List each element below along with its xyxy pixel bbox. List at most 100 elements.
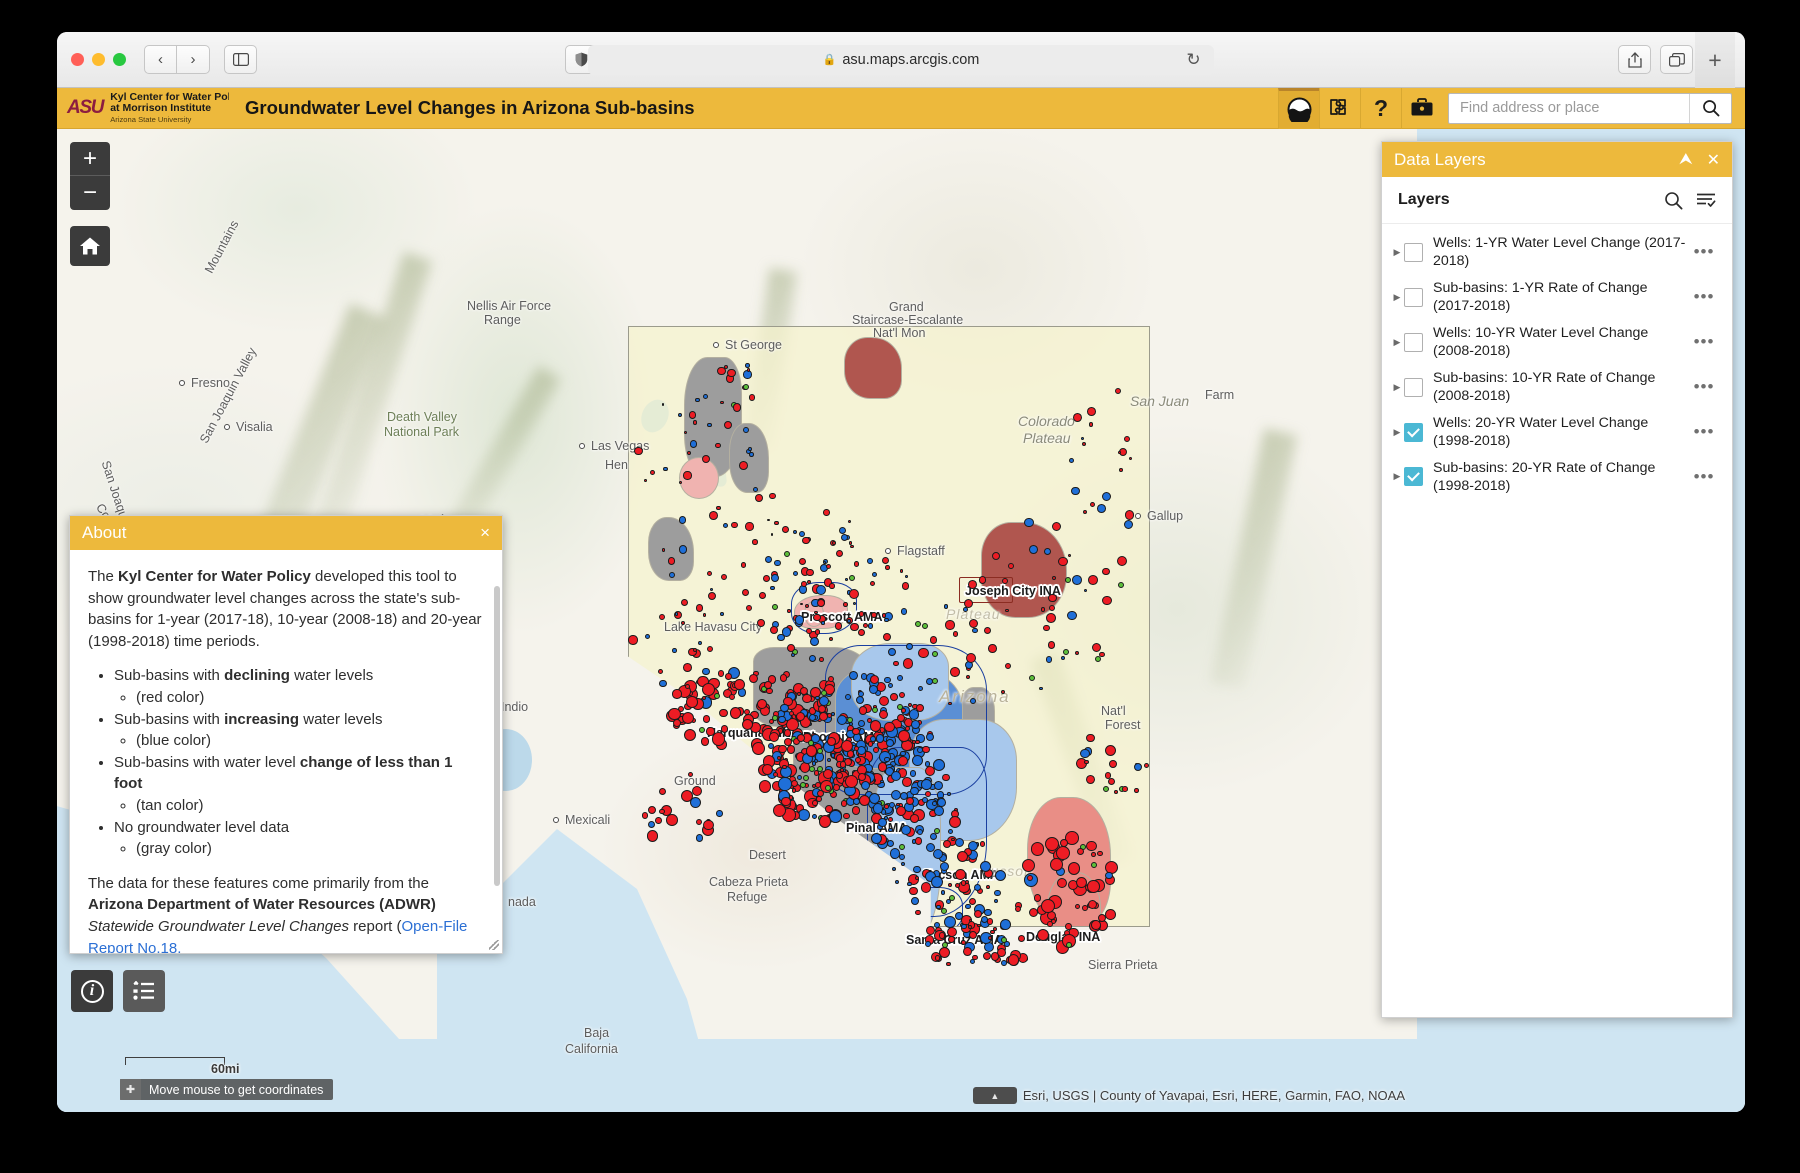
tab-overview-button[interactable] <box>1660 45 1693 74</box>
well-point-marker[interactable] <box>911 755 923 767</box>
maximize-window-button[interactable] <box>113 53 126 66</box>
well-point-marker[interactable] <box>843 812 850 820</box>
well-point-marker[interactable] <box>772 771 778 777</box>
well-point-marker[interactable] <box>762 764 773 776</box>
forward-button[interactable]: › <box>177 45 210 74</box>
well-point-marker[interactable] <box>1109 760 1118 768</box>
well-point-marker[interactable] <box>824 785 831 792</box>
well-point-marker[interactable] <box>745 522 754 531</box>
well-point-marker[interactable] <box>774 559 781 567</box>
well-point-marker[interactable] <box>961 923 967 930</box>
well-point-marker[interactable] <box>943 604 948 609</box>
home-extent-button[interactable] <box>70 226 110 266</box>
well-point-marker[interactable] <box>659 680 667 688</box>
well-point-marker[interactable] <box>908 886 918 896</box>
well-point-marker[interactable] <box>910 897 919 905</box>
well-point-marker[interactable] <box>924 761 931 767</box>
well-point-marker[interactable] <box>1087 880 1100 893</box>
layer-visibility-checkbox[interactable] <box>1404 332 1423 352</box>
well-point-marker[interactable] <box>994 889 1001 896</box>
well-point-marker[interactable] <box>912 839 917 844</box>
well-point-marker[interactable] <box>740 562 746 568</box>
well-point-marker[interactable] <box>729 707 742 719</box>
well-point-marker[interactable] <box>649 470 655 476</box>
well-point-marker[interactable] <box>801 581 807 588</box>
well-point-marker[interactable] <box>1058 556 1068 567</box>
widgets-button[interactable] <box>1319 87 1360 129</box>
well-point-marker[interactable] <box>920 882 932 893</box>
well-point-marker[interactable] <box>788 795 793 800</box>
subbasin-polygon[interactable] <box>981 522 1067 618</box>
well-point-marker[interactable] <box>1067 610 1077 621</box>
well-point-marker[interactable] <box>868 684 878 694</box>
well-point-marker[interactable] <box>878 709 888 719</box>
well-point-marker[interactable] <box>802 537 810 545</box>
layer-options-menu-button[interactable]: ••• <box>1690 242 1718 262</box>
well-point-marker[interactable] <box>914 621 921 628</box>
well-point-marker[interactable] <box>915 909 921 916</box>
well-point-marker[interactable] <box>1001 960 1007 966</box>
well-point-marker[interactable] <box>898 843 905 850</box>
well-point-marker[interactable] <box>909 770 917 777</box>
well-point-marker[interactable] <box>697 640 702 645</box>
well-point-marker[interactable] <box>766 687 773 694</box>
well-point-marker[interactable] <box>778 744 787 754</box>
well-point-marker[interactable] <box>769 625 778 634</box>
well-point-marker[interactable] <box>921 779 932 790</box>
well-point-marker[interactable] <box>907 882 912 887</box>
layer-visibility-checkbox[interactable] <box>1404 422 1423 442</box>
well-point-marker[interactable] <box>963 607 968 612</box>
zoom-out-button[interactable]: − <box>70 176 110 210</box>
well-point-marker[interactable] <box>840 740 853 753</box>
well-point-marker[interactable] <box>666 814 678 826</box>
well-point-marker[interactable] <box>872 747 879 754</box>
well-point-marker[interactable] <box>950 666 960 677</box>
well-point-marker[interactable] <box>915 704 924 713</box>
well-point-marker[interactable] <box>1096 850 1103 857</box>
well-point-marker[interactable] <box>992 926 997 931</box>
well-point-marker[interactable] <box>1119 468 1124 472</box>
well-point-marker[interactable] <box>787 609 791 613</box>
well-point-marker[interactable] <box>738 460 748 470</box>
well-point-marker[interactable] <box>1143 762 1149 768</box>
well-point-marker[interactable] <box>947 701 952 706</box>
well-point-marker[interactable] <box>717 366 726 376</box>
well-point-marker[interactable] <box>774 520 779 526</box>
well-point-marker[interactable] <box>748 446 752 451</box>
well-point-marker[interactable] <box>1017 934 1025 943</box>
well-point-marker[interactable] <box>1113 790 1118 794</box>
well-point-marker[interactable] <box>810 636 819 646</box>
well-point-marker[interactable] <box>719 400 724 405</box>
well-point-marker[interactable] <box>798 557 806 566</box>
well-point-marker[interactable] <box>659 808 665 815</box>
well-point-marker[interactable] <box>758 592 766 600</box>
well-point-marker[interactable] <box>754 494 763 502</box>
well-point-marker[interactable] <box>910 814 919 823</box>
well-point-marker[interactable] <box>782 627 792 637</box>
well-point-marker[interactable] <box>934 806 944 816</box>
well-point-marker[interactable] <box>742 588 750 596</box>
well-point-marker[interactable] <box>1042 624 1050 632</box>
chevron-right-icon[interactable]: ▶ <box>1390 382 1404 393</box>
search-submit-button[interactable] <box>1689 93 1731 123</box>
well-point-marker[interactable] <box>816 585 827 595</box>
well-point-marker[interactable] <box>727 368 736 377</box>
well-point-marker[interactable] <box>688 410 697 419</box>
well-point-marker[interactable] <box>694 397 700 403</box>
well-point-marker[interactable] <box>991 551 1000 560</box>
well-point-marker[interactable] <box>732 403 742 412</box>
attribution-expand-button[interactable]: ▲ <box>972 1087 1017 1104</box>
map-canvas[interactable]: Prescott AMA Joseph City INA Harquahala IN… <box>57 129 1745 1112</box>
well-point-marker[interactable] <box>804 603 809 608</box>
well-point-marker[interactable] <box>985 885 990 890</box>
chevron-right-icon[interactable]: ▶ <box>1390 337 1404 348</box>
well-point-marker[interactable] <box>1080 436 1084 440</box>
layers-search-button[interactable] <box>1664 191 1683 210</box>
well-point-marker[interactable] <box>988 644 997 653</box>
well-point-marker[interactable] <box>880 779 884 784</box>
well-point-marker[interactable] <box>848 670 858 680</box>
well-point-marker[interactable] <box>972 627 978 634</box>
well-point-marker[interactable] <box>767 518 770 522</box>
chevron-right-icon[interactable]: ▶ <box>1390 292 1404 303</box>
well-point-marker[interactable] <box>1049 858 1063 871</box>
